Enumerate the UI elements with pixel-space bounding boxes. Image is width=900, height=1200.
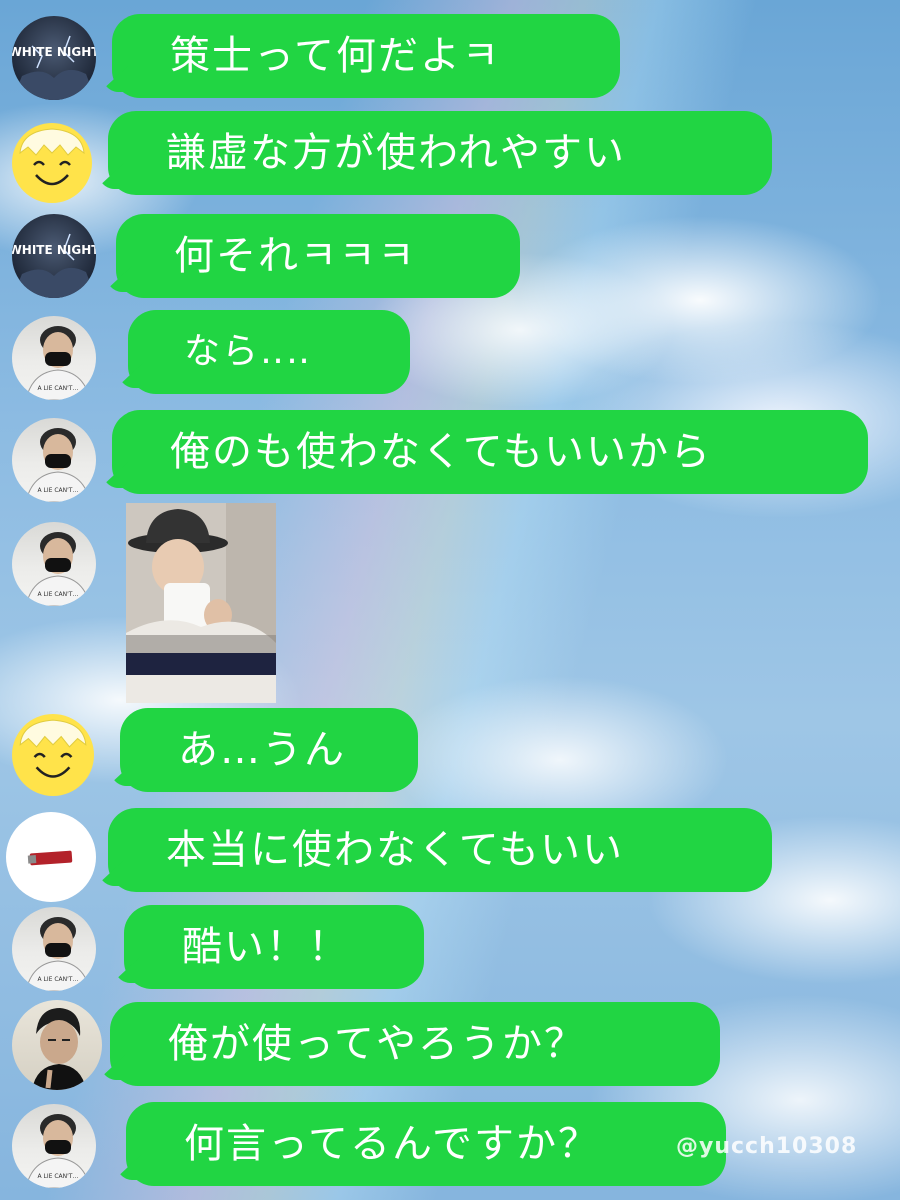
usb-avatar-icon[interactable]	[6, 812, 96, 902]
message-bubble[interactable]: あ…うん	[120, 708, 418, 792]
white-night-avatar-icon[interactable]: WHITE NIGHT	[12, 214, 96, 298]
message-bubble[interactable]: 俺のも使わなくてもいいから	[112, 410, 868, 494]
masked-man-avatar-icon[interactable]: A LIE CAN'T…	[12, 316, 96, 400]
message-row: A LIE CAN'T… なら‥‥	[0, 310, 900, 400]
masked-man-avatar-icon[interactable]: A LIE CAN'T…	[12, 1104, 96, 1188]
message-row: A LIE CAN'T… 俺のも使わなくてもいいから	[0, 408, 900, 502]
message-bubble[interactable]: なら‥‥	[128, 310, 410, 394]
message-bubble[interactable]: 謙虚な方が使われやすい	[108, 111, 772, 195]
watermark: @yucch10308	[676, 1134, 858, 1159]
masked-man-avatar-icon[interactable]: A LIE CAN'T…	[12, 418, 96, 502]
message-row: あ…うん	[0, 706, 900, 802]
message-bubble[interactable]: 何それㅋㅋㅋ	[116, 214, 520, 298]
shirt-text: A LIE CAN'T…	[38, 591, 79, 598]
message-bubble[interactable]: 酷い！！	[124, 905, 424, 989]
message-row: 俺が使ってやろうか？	[0, 1000, 900, 1096]
message-bubble[interactable]: 何言ってるんですか？	[126, 1102, 726, 1186]
smiley-avatar-icon[interactable]	[12, 123, 92, 203]
white-night-logo: WHITE NIGHT	[12, 45, 96, 59]
photo-message[interactable]	[126, 503, 276, 703]
shirt-text: A LIE CAN'T…	[38, 385, 79, 392]
smiley-avatar-icon[interactable]	[12, 714, 94, 796]
masked-man-avatar-icon[interactable]: A LIE CAN'T…	[12, 522, 96, 606]
message-row: A LIE CAN'T… 酷い！！	[0, 903, 900, 999]
message-bubble[interactable]: 本当に使わなくてもいい	[108, 808, 772, 892]
message-bubble[interactable]: 策士って何だよㅋ	[112, 14, 620, 98]
man-avatar-icon[interactable]	[12, 1000, 102, 1090]
masked-man-avatar-icon[interactable]: A LIE CAN'T…	[12, 907, 96, 991]
shirt-text: A LIE CAN'T…	[38, 976, 79, 983]
message-row: WHITE NIGHT 策士って何だよㅋ	[0, 14, 900, 102]
white-night-avatar-icon[interactable]: WHITE NIGHT	[12, 16, 96, 100]
message-bubble[interactable]: 俺が使ってやろうか？	[110, 1002, 720, 1086]
white-night-logo: WHITE NIGHT	[12, 243, 96, 257]
message-row: 謙虚な方が使われやすい	[0, 111, 900, 203]
message-row: WHITE NIGHT 何それㅋㅋㅋ	[0, 210, 900, 300]
shirt-text: A LIE CAN'T…	[38, 1173, 79, 1180]
shirt-text: A LIE CAN'T…	[38, 487, 79, 494]
message-row: 本当に使わなくてもいい	[0, 806, 900, 902]
